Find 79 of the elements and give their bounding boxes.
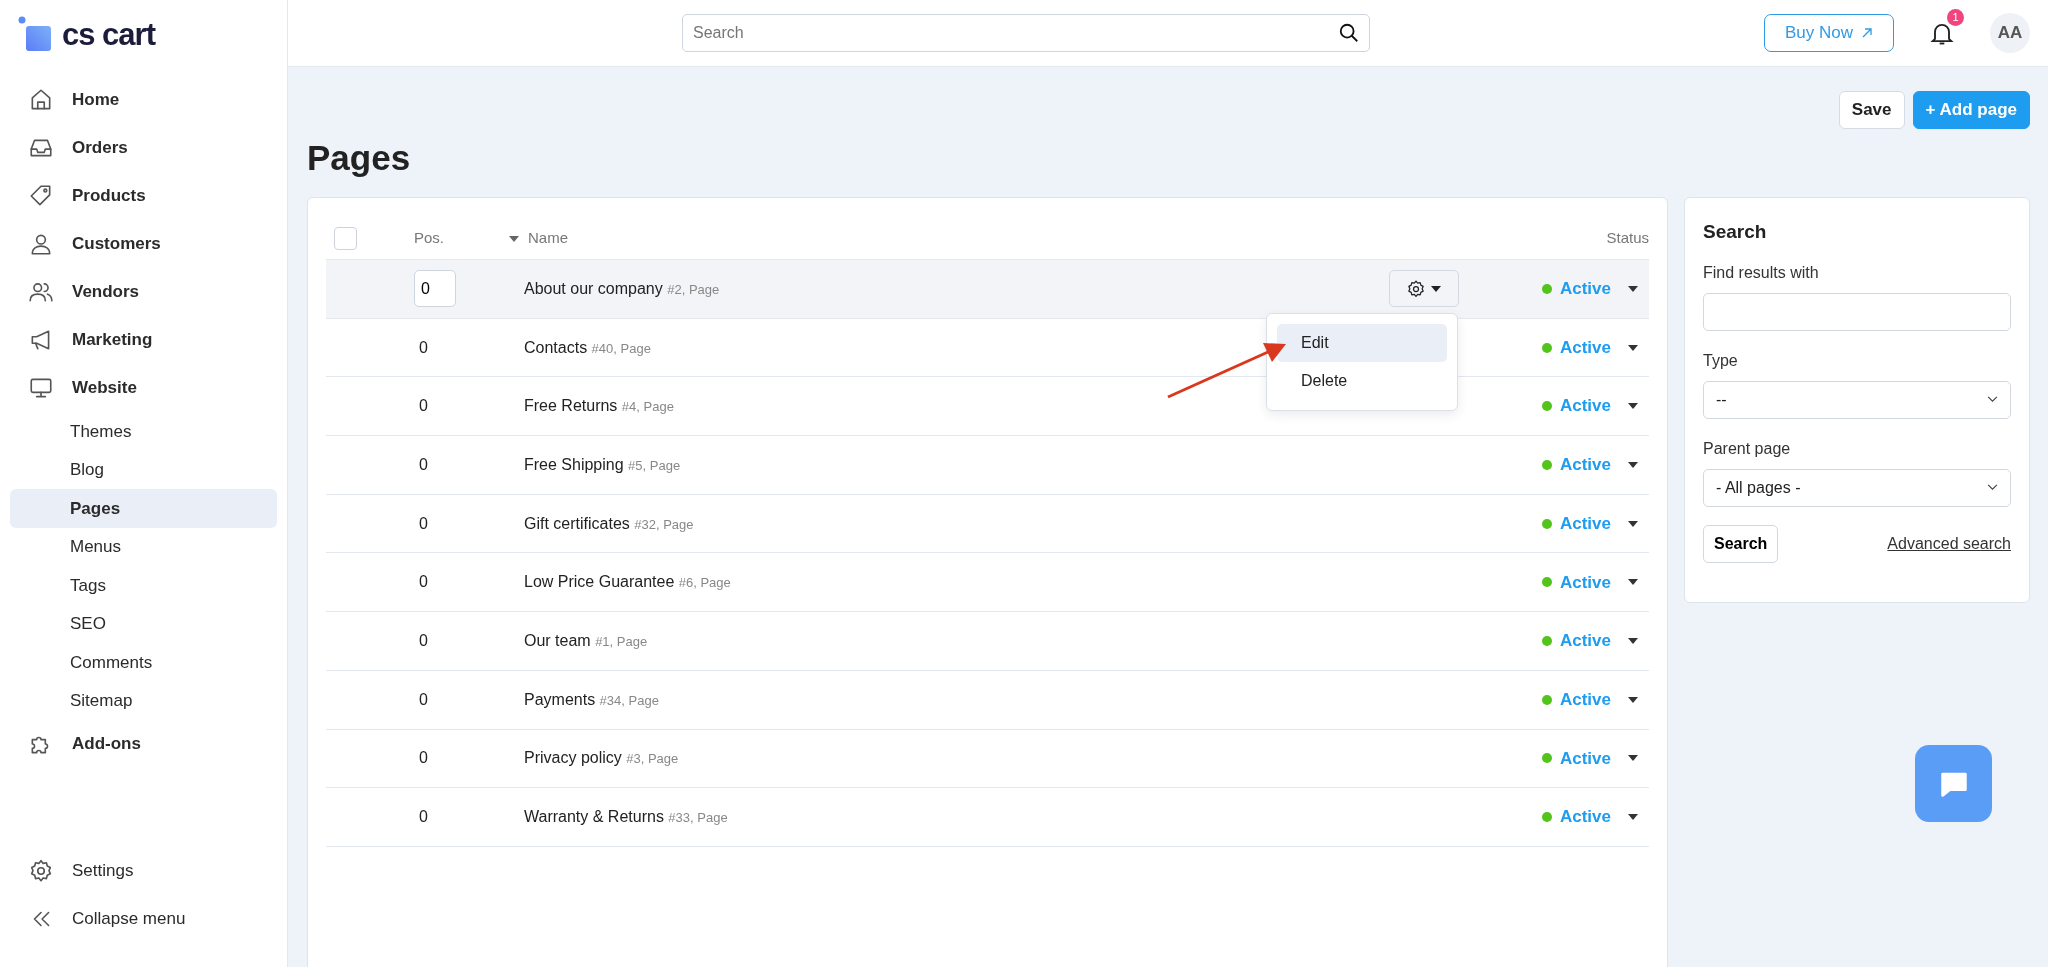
select-field[interactable]: - All pages - bbox=[1703, 468, 2011, 507]
search-field[interactable]: Search bbox=[682, 14, 1370, 52]
field-label: Find results with bbox=[1703, 262, 1820, 283]
sidebar-item[interactable]: Marketing bbox=[10, 316, 277, 364]
logo-icon bbox=[18, 16, 54, 52]
page-name[interactable]: Privacy policy #3, Page bbox=[524, 746, 679, 771]
page-name[interactable]: Contacts #40, Page bbox=[524, 335, 651, 360]
caret-icon bbox=[1627, 695, 1639, 704]
column-header[interactable]: Pos. bbox=[414, 229, 444, 247]
field-label: Type bbox=[1703, 350, 1739, 371]
sidebar-item[interactable]: Pages bbox=[10, 489, 277, 528]
dropdown-item[interactable]: Delete bbox=[1277, 362, 1447, 401]
sidebar-item[interactable]: Comments bbox=[10, 643, 277, 682]
position-value: 0 bbox=[418, 631, 428, 649]
sort-icon bbox=[508, 234, 520, 243]
settings-icon bbox=[1406, 278, 1426, 299]
caret-icon bbox=[1627, 813, 1639, 822]
sidebar-item[interactable]: Menus bbox=[10, 527, 277, 566]
sidebar-item[interactable]: Website bbox=[10, 364, 277, 412]
sidebar-item[interactable]: SEO bbox=[10, 604, 277, 643]
dropdown-item[interactable]: Edit bbox=[1277, 324, 1447, 363]
caret-icon bbox=[1627, 343, 1639, 352]
caret-icon bbox=[1627, 754, 1639, 763]
advanced-search-link[interactable]: Advanced search bbox=[1887, 531, 2011, 556]
position-value: 0 bbox=[418, 749, 428, 767]
page-name[interactable]: Free Returns #4, Page bbox=[524, 394, 674, 419]
notification-count: 1 bbox=[1947, 9, 1964, 26]
sidebar-item[interactable]: Products bbox=[10, 172, 277, 220]
sidebar-item[interactable]: Settings bbox=[10, 847, 277, 895]
position-value: 0 bbox=[418, 455, 428, 473]
page-name[interactable]: Free Shipping #5, Page bbox=[524, 452, 681, 477]
user-avatar[interactable]: AA bbox=[1990, 13, 2030, 53]
sidebar-item[interactable]: Customers bbox=[10, 220, 277, 268]
chevron-down-icon bbox=[1987, 484, 1998, 491]
sidebar-item[interactable]: Collapse menu bbox=[10, 895, 277, 943]
page-name[interactable]: Gift certificates #32, Page bbox=[524, 511, 694, 536]
column-header[interactable]: Name bbox=[508, 227, 568, 250]
field-label: Parent page bbox=[1703, 438, 1792, 459]
position-value: 0 bbox=[418, 397, 428, 415]
sidebar-item[interactable]: Add-ons bbox=[10, 720, 277, 768]
external-link-icon bbox=[1861, 27, 1873, 39]
caret-icon bbox=[1627, 284, 1639, 293]
chat-button[interactable] bbox=[1915, 745, 1992, 822]
select-field[interactable]: -- bbox=[1703, 380, 2011, 419]
settings-icon bbox=[28, 858, 54, 884]
logo-text: cs cart bbox=[62, 18, 155, 50]
caret-icon bbox=[1627, 578, 1639, 587]
sidebar-item[interactable]: Tags bbox=[10, 566, 277, 605]
text-input-field[interactable] bbox=[1703, 292, 2011, 331]
sidebar-item[interactable]: Vendors bbox=[10, 268, 277, 316]
caret-icon bbox=[1627, 636, 1639, 645]
caret-icon bbox=[1627, 402, 1639, 411]
page-name[interactable]: Payments #34, Page bbox=[524, 687, 659, 712]
search-icon[interactable] bbox=[1338, 22, 1360, 44]
page-name[interactable]: About our company #2, Page bbox=[524, 276, 720, 301]
caret-icon bbox=[1627, 460, 1639, 469]
page-name[interactable]: Our team #1, Page bbox=[524, 628, 648, 653]
page-name[interactable]: Low Price Guarantee #6, Page bbox=[524, 570, 731, 595]
position-value: 0 bbox=[418, 808, 428, 826]
position-value: 0 bbox=[418, 514, 428, 532]
position-value: 0 bbox=[418, 573, 428, 591]
select-all-checkbox[interactable] bbox=[334, 227, 357, 250]
position-input[interactable]: 0 bbox=[414, 270, 456, 308]
sidebar-item[interactable]: Sitemap bbox=[10, 681, 277, 720]
position-value: 0 bbox=[418, 690, 428, 708]
page-name[interactable]: Warranty & Returns #33, Page bbox=[524, 805, 728, 830]
position-value: 0 bbox=[418, 338, 428, 356]
caret-icon bbox=[1430, 284, 1442, 293]
page-title: Pages bbox=[307, 137, 412, 179]
save-button[interactable]: Save bbox=[1838, 91, 1905, 129]
sidebar-item[interactable]: Blog bbox=[10, 450, 277, 489]
sidebar-item[interactable]: Orders bbox=[10, 124, 277, 172]
sidebar-item[interactable]: Home bbox=[10, 76, 277, 124]
caret-icon bbox=[1627, 519, 1639, 528]
search-button[interactable]: Search bbox=[1703, 524, 1779, 563]
column-header[interactable]: Status bbox=[1606, 227, 1649, 250]
sidebar-item[interactable]: Themes bbox=[10, 412, 277, 451]
chevron-down-icon bbox=[1987, 396, 1998, 403]
panel-title: Search bbox=[1703, 220, 1768, 244]
